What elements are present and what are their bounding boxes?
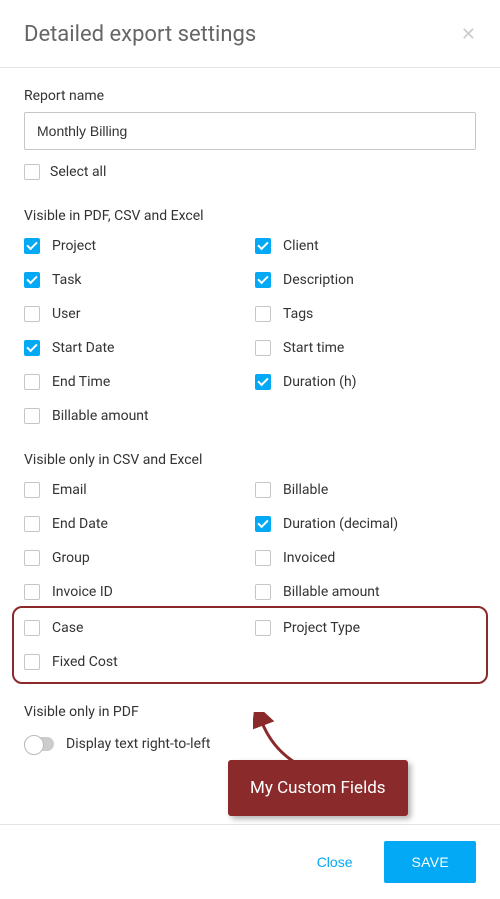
label-start-date: Start Date bbox=[52, 340, 114, 356]
label-invoice-id: Invoice ID bbox=[52, 584, 113, 600]
close-button[interactable]: Close bbox=[303, 844, 367, 880]
label-end-time: End Time bbox=[52, 374, 110, 390]
checkbox-fixed-cost[interactable] bbox=[24, 654, 40, 670]
field-end-time: End Time bbox=[24, 374, 245, 390]
label-task: Task bbox=[52, 272, 82, 288]
checkbox-project-type[interactable] bbox=[255, 620, 271, 636]
checkbox-description[interactable] bbox=[255, 272, 271, 288]
fields-all-grid: Project Client Task Description User Tag… bbox=[24, 238, 476, 424]
dialog-body: Report name Select all Visible in PDF, C… bbox=[0, 68, 500, 824]
label-tags: Tags bbox=[283, 306, 313, 322]
field-end-date: End Date bbox=[24, 516, 245, 532]
export-settings-dialog: Detailed export settings ✕ Report name S… bbox=[0, 0, 500, 899]
label-billable-amount-2: Billable amount bbox=[283, 584, 380, 600]
section-csv-excel-label: Visible only in CSV and Excel bbox=[24, 452, 476, 468]
label-project: Project bbox=[52, 238, 96, 254]
field-billable-amount-2: Billable amount bbox=[255, 584, 476, 600]
checkbox-end-time[interactable] bbox=[24, 374, 40, 390]
custom-fields-highlight: Case Project Type Fixed Cost bbox=[12, 606, 488, 684]
label-duration-h: Duration (h) bbox=[283, 374, 357, 390]
field-project-type: Project Type bbox=[255, 620, 476, 636]
dialog-footer: Close SAVE bbox=[0, 824, 500, 899]
label-case: Case bbox=[52, 620, 83, 636]
checkbox-task[interactable] bbox=[24, 272, 40, 288]
label-project-type: Project Type bbox=[283, 620, 360, 636]
rtl-toggle-row: Display text right-to-left bbox=[24, 736, 476, 752]
checkbox-duration-h[interactable] bbox=[255, 374, 271, 390]
checkbox-end-date[interactable] bbox=[24, 516, 40, 532]
checkbox-billable-amount[interactable] bbox=[24, 408, 40, 424]
label-billable-amount: Billable amount bbox=[52, 408, 149, 424]
checkbox-duration-decimal[interactable] bbox=[255, 516, 271, 532]
checkbox-start-time[interactable] bbox=[255, 340, 271, 356]
field-start-time: Start time bbox=[255, 340, 476, 356]
label-email: Email bbox=[52, 482, 87, 498]
rtl-toggle-label: Display text right-to-left bbox=[66, 736, 210, 752]
select-all-row: Select all bbox=[24, 164, 476, 180]
label-billable: Billable bbox=[283, 482, 328, 498]
fields-custom-grid: Case Project Type Fixed Cost bbox=[24, 620, 476, 670]
close-icon[interactable]: ✕ bbox=[461, 26, 476, 44]
field-invoiced: Invoiced bbox=[255, 550, 476, 566]
checkbox-case[interactable] bbox=[24, 620, 40, 636]
section-pdf-only-label: Visible only in PDF bbox=[24, 704, 476, 720]
select-all-label: Select all bbox=[50, 164, 106, 180]
checkbox-invoice-id[interactable] bbox=[24, 584, 40, 600]
checkbox-group[interactable] bbox=[24, 550, 40, 566]
field-email: Email bbox=[24, 482, 245, 498]
field-billable-amount: Billable amount bbox=[24, 408, 245, 424]
label-start-time: Start time bbox=[283, 340, 344, 356]
field-billable: Billable bbox=[255, 482, 476, 498]
field-task: Task bbox=[24, 272, 245, 288]
report-name-label: Report name bbox=[24, 88, 476, 104]
label-group: Group bbox=[52, 550, 90, 566]
checkbox-client[interactable] bbox=[255, 238, 271, 254]
checkbox-email[interactable] bbox=[24, 482, 40, 498]
fields-csv-grid: Email Billable End Date Duration (decima… bbox=[24, 482, 476, 600]
dialog-header: Detailed export settings ✕ bbox=[0, 0, 500, 68]
field-start-date: Start Date bbox=[24, 340, 245, 356]
checkbox-billable[interactable] bbox=[255, 482, 271, 498]
field-invoice-id: Invoice ID bbox=[24, 584, 245, 600]
label-duration-decimal: Duration (decimal) bbox=[283, 516, 398, 532]
checkbox-project[interactable] bbox=[24, 238, 40, 254]
label-user: User bbox=[52, 306, 80, 322]
field-duration-decimal: Duration (decimal) bbox=[255, 516, 476, 532]
rtl-toggle[interactable] bbox=[24, 737, 54, 751]
checkbox-tags[interactable] bbox=[255, 306, 271, 322]
report-name-input[interactable] bbox=[24, 112, 476, 150]
field-duration-h: Duration (h) bbox=[255, 374, 476, 390]
save-button[interactable]: SAVE bbox=[384, 841, 476, 883]
field-user: User bbox=[24, 306, 245, 322]
field-project: Project bbox=[24, 238, 245, 254]
checkbox-invoiced[interactable] bbox=[255, 550, 271, 566]
field-client: Client bbox=[255, 238, 476, 254]
label-description: Description bbox=[283, 272, 354, 288]
checkbox-start-date[interactable] bbox=[24, 340, 40, 356]
field-description: Description bbox=[255, 272, 476, 288]
checkbox-user[interactable] bbox=[24, 306, 40, 322]
field-tags: Tags bbox=[255, 306, 476, 322]
field-case: Case bbox=[24, 620, 245, 636]
dialog-title: Detailed export settings bbox=[24, 22, 256, 47]
label-end-date: End Date bbox=[52, 516, 108, 532]
field-fixed-cost: Fixed Cost bbox=[24, 654, 245, 670]
field-group: Group bbox=[24, 550, 245, 566]
section-pdf-csv-excel-label: Visible in PDF, CSV and Excel bbox=[24, 208, 476, 224]
label-client: Client bbox=[283, 238, 319, 254]
checkbox-billable-amount-2[interactable] bbox=[255, 584, 271, 600]
label-invoiced: Invoiced bbox=[283, 550, 335, 566]
select-all-checkbox[interactable] bbox=[24, 164, 40, 180]
label-fixed-cost: Fixed Cost bbox=[52, 654, 118, 670]
